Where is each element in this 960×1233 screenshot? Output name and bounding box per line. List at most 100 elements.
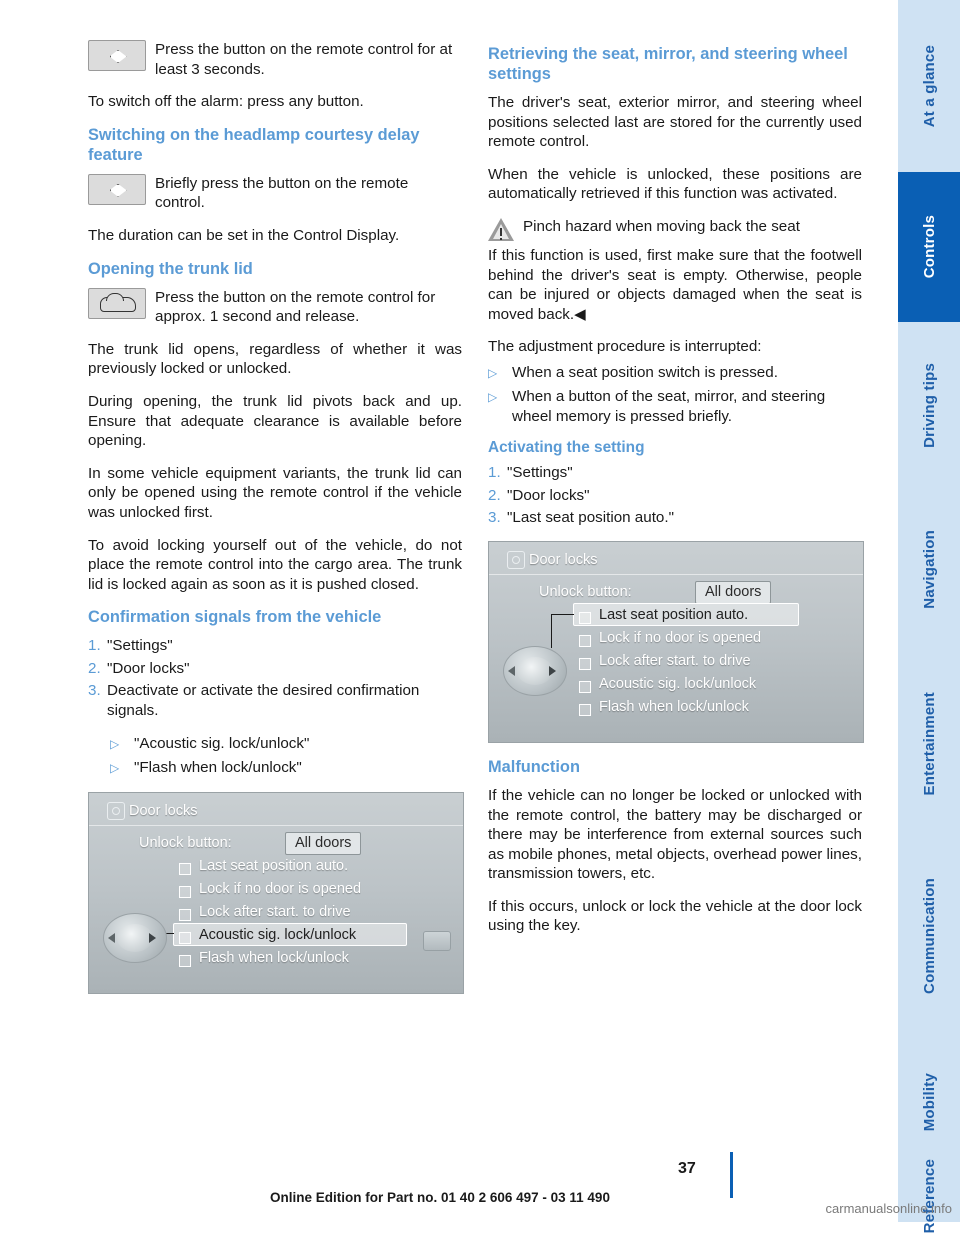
- list-item: 3. "Last seat position auto.": [488, 508, 862, 528]
- rail-tab-label: Entertainment: [920, 692, 938, 796]
- arrow-right-icon: [549, 665, 556, 676]
- triangle-bullet-icon: ▷: [488, 365, 498, 380]
- option-lock-after-start[interactable]: Lock after start. to drive: [199, 904, 351, 920]
- edition-notice: Online Edition for Part no. 01 40 2 606 …: [270, 1190, 610, 1205]
- bullet-text: When a button of the seat, mirror, and s…: [512, 387, 826, 425]
- trunk-instruction: Press the button on the remote control f…: [88, 287, 462, 327]
- step-number: 2.: [88, 659, 101, 677]
- checkbox-last-seat-position[interactable]: [179, 862, 191, 875]
- step-number: 3.: [88, 682, 101, 700]
- rail-tab-driving-tips[interactable]: Driving tips: [898, 322, 960, 488]
- step-number: 1.: [488, 464, 501, 482]
- idrive-screenshot-door-locks-right: Door locks Unlock button: All doors Last…: [488, 540, 864, 743]
- list-item: ▷ "Acoustic sig. lock/unlock": [110, 734, 462, 755]
- heading-malfunction: Malfunction: [488, 757, 580, 776]
- option-lock-after-start[interactable]: Lock after start. to drive: [599, 653, 751, 669]
- list-item: ▷ When a seat position switch is pressed…: [488, 363, 862, 384]
- warning-body-text: If this function is used, first make sur…: [488, 246, 862, 323]
- rail-tab-label: Controls: [920, 215, 938, 279]
- headlamp-instruction-text: Briefly press the button on the remote c…: [155, 174, 409, 212]
- warning-lead-text: Pinch hazard when moving back the seat: [523, 217, 800, 235]
- triangle-bullet-icon: ▷: [488, 389, 498, 404]
- settings-gear-icon: [507, 550, 525, 569]
- interruption-intro: The adjustment procedure is interrupted:: [488, 338, 762, 356]
- divider: [489, 573, 863, 575]
- checkbox-flash-when-lock[interactable]: [179, 954, 191, 967]
- checkbox-lock-after-start[interactable]: [579, 657, 591, 670]
- checkbox-flash-when-lock[interactable]: [579, 703, 591, 716]
- interruption-bullets: ▷ When a seat position switch is pressed…: [488, 363, 862, 426]
- option-lock-if-no-door-opened[interactable]: Lock if no door is opened: [199, 881, 361, 897]
- rail-tab-mobility[interactable]: Mobility: [898, 1034, 960, 1170]
- page-number: 37: [678, 1160, 696, 1177]
- option-acoustic-signal[interactable]: Acoustic sig. lock/unlock: [599, 676, 756, 692]
- step-text: "Door locks": [507, 486, 590, 504]
- heading-activating-setting: Activating the setting: [488, 439, 645, 457]
- option-flash-when-lock[interactable]: Flash when lock/unlock: [599, 699, 749, 715]
- warning-block: Pinch hazard when moving back the seat: [488, 217, 862, 242]
- settings-gear-icon: [107, 801, 125, 820]
- unlock-button-value[interactable]: All doors: [695, 580, 772, 604]
- remote-trunk-button-icon: [88, 287, 146, 319]
- rail-tab-label: Communication: [920, 878, 938, 994]
- checkbox-lock-after-start[interactable]: [179, 908, 191, 921]
- alarm-off-text: To switch off the alarm: press any butto…: [88, 93, 364, 111]
- option-last-seat-position[interactable]: Last seat position auto.: [599, 607, 748, 623]
- warning-triangle-icon: [488, 217, 514, 242]
- rail-tab-communication[interactable]: Communication: [898, 838, 960, 1034]
- step-text: "Last seat position auto.": [507, 509, 674, 527]
- arrow-right-icon: [149, 932, 156, 943]
- step-number: 2.: [488, 486, 501, 504]
- remote-lock-button-icon: [88, 40, 146, 71]
- duration-text: The duration can be set in the Control D…: [88, 226, 400, 244]
- remote-lock-button-icon: [88, 173, 146, 205]
- checkbox-lock-if-no-door-opened[interactable]: [579, 634, 591, 647]
- trunk-instruction-text: Press the button on the remote control f…: [155, 288, 436, 326]
- divider: [89, 824, 463, 826]
- confirmation-options: ▷ "Acoustic sig. lock/unlock" ▷ "Flash w…: [110, 734, 462, 779]
- retrieve-paragraph-1: The driver's seat, exterior mirror, and …: [488, 94, 862, 151]
- rail-tab-label: At a glance: [920, 44, 938, 128]
- rail-tab-navigation[interactable]: Navigation: [898, 488, 960, 650]
- rail-tab-at-a-glance[interactable]: At a glance: [898, 0, 960, 172]
- rail-tab-controls[interactable]: Controls: [898, 172, 960, 322]
- unlock-button-value[interactable]: All doors: [285, 831, 362, 855]
- step-text: "Door locks": [107, 659, 190, 677]
- confirmation-steps: 1. "Settings" 2. "Door locks" 3. Deactiv…: [88, 636, 462, 720]
- option-flash-when-lock[interactable]: Flash when lock/unlock: [199, 950, 349, 966]
- step-text: "Settings": [107, 637, 173, 655]
- unlock-button-label: Unlock button:: [539, 583, 632, 600]
- list-item: ▷ When a button of the seat, mirror, and…: [488, 387, 862, 426]
- watermark: carmanualsonline.info: [825, 1201, 952, 1216]
- option-lock-if-no-door-opened[interactable]: Lock if no door is opened: [599, 630, 761, 646]
- checkbox-lock-if-no-door-opened[interactable]: [179, 885, 191, 898]
- heading-headlamp-courtesy: Switching on the headlamp courtesy delay…: [88, 125, 420, 164]
- headlamp-instruction: Briefly press the button on the remote c…: [88, 173, 462, 213]
- activating-steps: 1. "Settings" 2. "Door locks" 3. "Last s…: [488, 463, 862, 528]
- rail-tab-label: Navigation: [920, 529, 938, 609]
- idrive-title: Door locks: [129, 802, 198, 819]
- leader-line: [551, 613, 553, 648]
- option-last-seat-position[interactable]: Last seat position auto.: [199, 858, 348, 874]
- rail-tab-label: Mobility: [920, 1072, 938, 1132]
- list-item: 2. "Door locks": [88, 659, 462, 679]
- list-item: 1. "Settings": [488, 463, 862, 483]
- bullet-text: "Acoustic sig. lock/unlock": [134, 734, 310, 752]
- arrow-left-icon: [108, 932, 115, 943]
- idrive-option-button[interactable]: [423, 930, 451, 951]
- checkbox-last-seat-position[interactable]: [579, 611, 591, 624]
- idrive-title: Door locks: [529, 551, 598, 568]
- triangle-bullet-icon: ▷: [110, 760, 120, 775]
- rail-tab-entertainment[interactable]: Entertainment: [898, 650, 960, 838]
- leader-line: [551, 613, 574, 616]
- list-item: 2. "Door locks": [488, 486, 862, 506]
- checkbox-acoustic-signal[interactable]: [579, 680, 591, 693]
- list-item: 1. "Settings": [88, 636, 462, 656]
- checkbox-acoustic-signal[interactable]: [179, 931, 191, 944]
- heading-opening-trunk-lid: Opening the trunk lid: [88, 259, 253, 278]
- malfunction-paragraph-2: If this occurs, unlock or lock the vehic…: [488, 897, 862, 935]
- option-acoustic-signal[interactable]: Acoustic sig. lock/unlock: [199, 927, 356, 943]
- left-column: Press the button on the remote control f…: [88, 40, 464, 1008]
- retrieve-paragraph-2: When the vehicle is unlocked, these posi…: [488, 165, 862, 203]
- trunk-paragraph-4: To avoid locking yourself out of the veh…: [88, 536, 462, 593]
